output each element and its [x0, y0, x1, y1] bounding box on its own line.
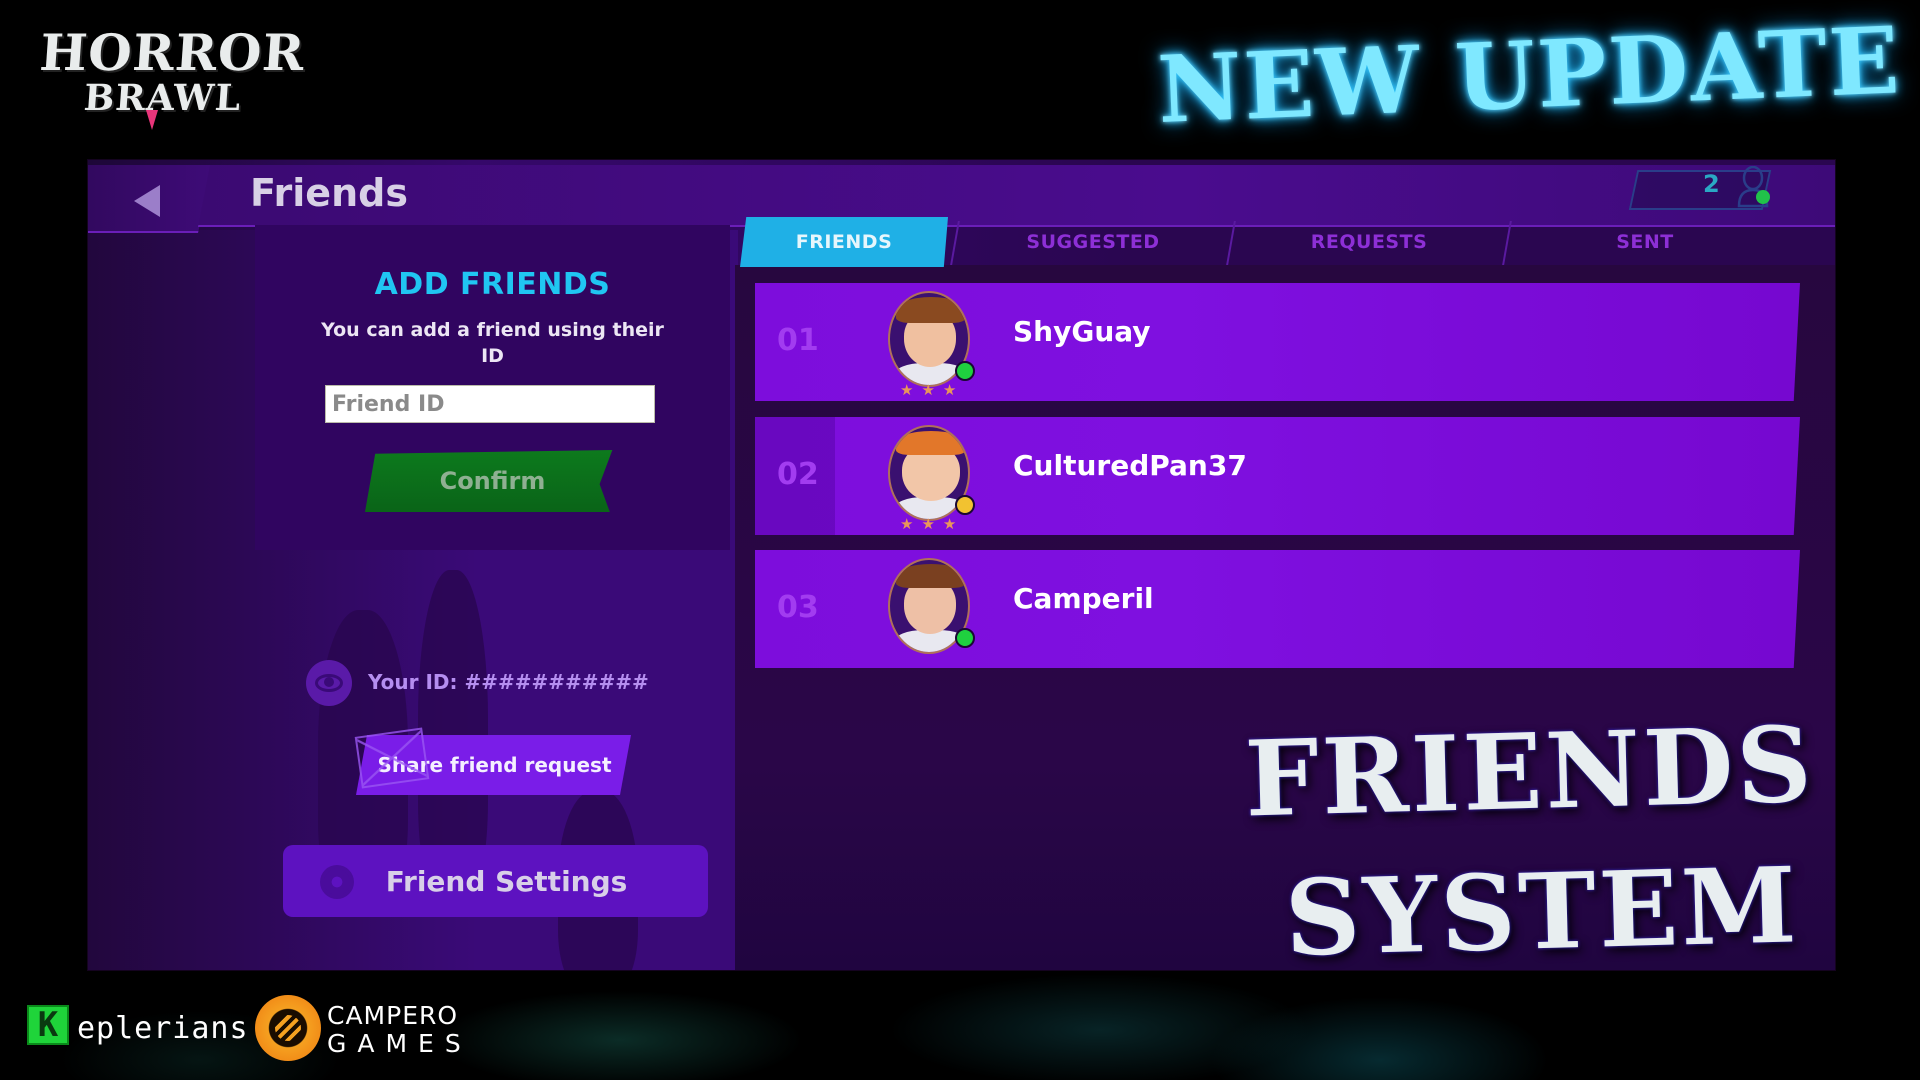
friend-rank: 01: [777, 323, 819, 358]
avatar-hair: [896, 431, 966, 455]
friend-row[interactable]: 02 ★★★ CulturedPan37: [755, 417, 1800, 535]
confirm-button[interactable]: Confirm: [365, 450, 613, 512]
friend-rank: 03: [777, 590, 819, 625]
feature-title-line1: FRIENDS: [1243, 702, 1817, 841]
friend-id-input[interactable]: [325, 385, 655, 423]
eye-icon[interactable]: [306, 660, 352, 706]
tab-sent[interactable]: SENT: [1510, 217, 1780, 267]
page-title: Friends: [250, 171, 408, 215]
friend-name: Camperil: [1013, 582, 1154, 615]
friend-name: ShyGuay: [1013, 315, 1151, 348]
your-id-text: Your ID: ###########: [368, 670, 649, 694]
add-friends-description: You can add a friend using their ID: [321, 319, 664, 367]
online-friends-count: 2: [1703, 170, 1720, 198]
logo-line1: HORROR: [37, 23, 308, 82]
logo-line2: BRAWL: [82, 77, 243, 119]
rank-stars: ★★★: [900, 381, 965, 399]
feature-title-line2: SYSTEM: [1283, 843, 1801, 980]
tab-friends[interactable]: FRIENDS: [740, 217, 948, 267]
rank-stars: ★★★: [900, 515, 965, 533]
tab-requests[interactable]: REQUESTS: [1234, 217, 1504, 267]
gear-icon: [320, 865, 354, 899]
friend-row[interactable]: 01 ★★★ ShyGuay: [755, 283, 1800, 401]
status-dot: [955, 361, 975, 381]
envelope-icon: [354, 727, 430, 789]
add-friends-title: ADD FRIENDS: [374, 267, 611, 302]
friends-tabs: FRIENDS SUGGESTED REQUESTS SENT: [740, 217, 1835, 267]
online-status-dot: [1756, 190, 1770, 204]
keplerians-mark: K: [27, 1005, 69, 1045]
horror-brawl-logo: HORROR BRAWL: [38, 23, 307, 130]
avatar-hair: [896, 297, 966, 323]
campero-games-logo: CAMPERO GAMES: [255, 995, 465, 1065]
campero-wordmark-line1: CAMPERO: [327, 1001, 459, 1030]
status-dot: [955, 628, 975, 648]
campero-wordmark-line2: GAMES: [327, 1029, 472, 1058]
friend-name: CulturedPan37: [1013, 449, 1247, 482]
keplerians-wordmark: eplerians: [77, 1011, 249, 1046]
back-arrow-icon: [134, 185, 160, 217]
friend-row[interactable]: 03 Camperil: [755, 550, 1800, 668]
back-button[interactable]: [88, 165, 213, 233]
tab-suggested[interactable]: SUGGESTED: [958, 217, 1228, 267]
status-dot: [955, 495, 975, 515]
fang-icon: [146, 110, 158, 130]
add-friends-card: ADD FRIENDS You can add a friend using t…: [255, 225, 730, 550]
avatar-hair: [896, 564, 966, 588]
campero-mark-icon: [255, 995, 321, 1061]
new-update-headline: NEW UPDATE: [1155, 6, 1904, 145]
friend-rank: 02: [777, 457, 819, 492]
